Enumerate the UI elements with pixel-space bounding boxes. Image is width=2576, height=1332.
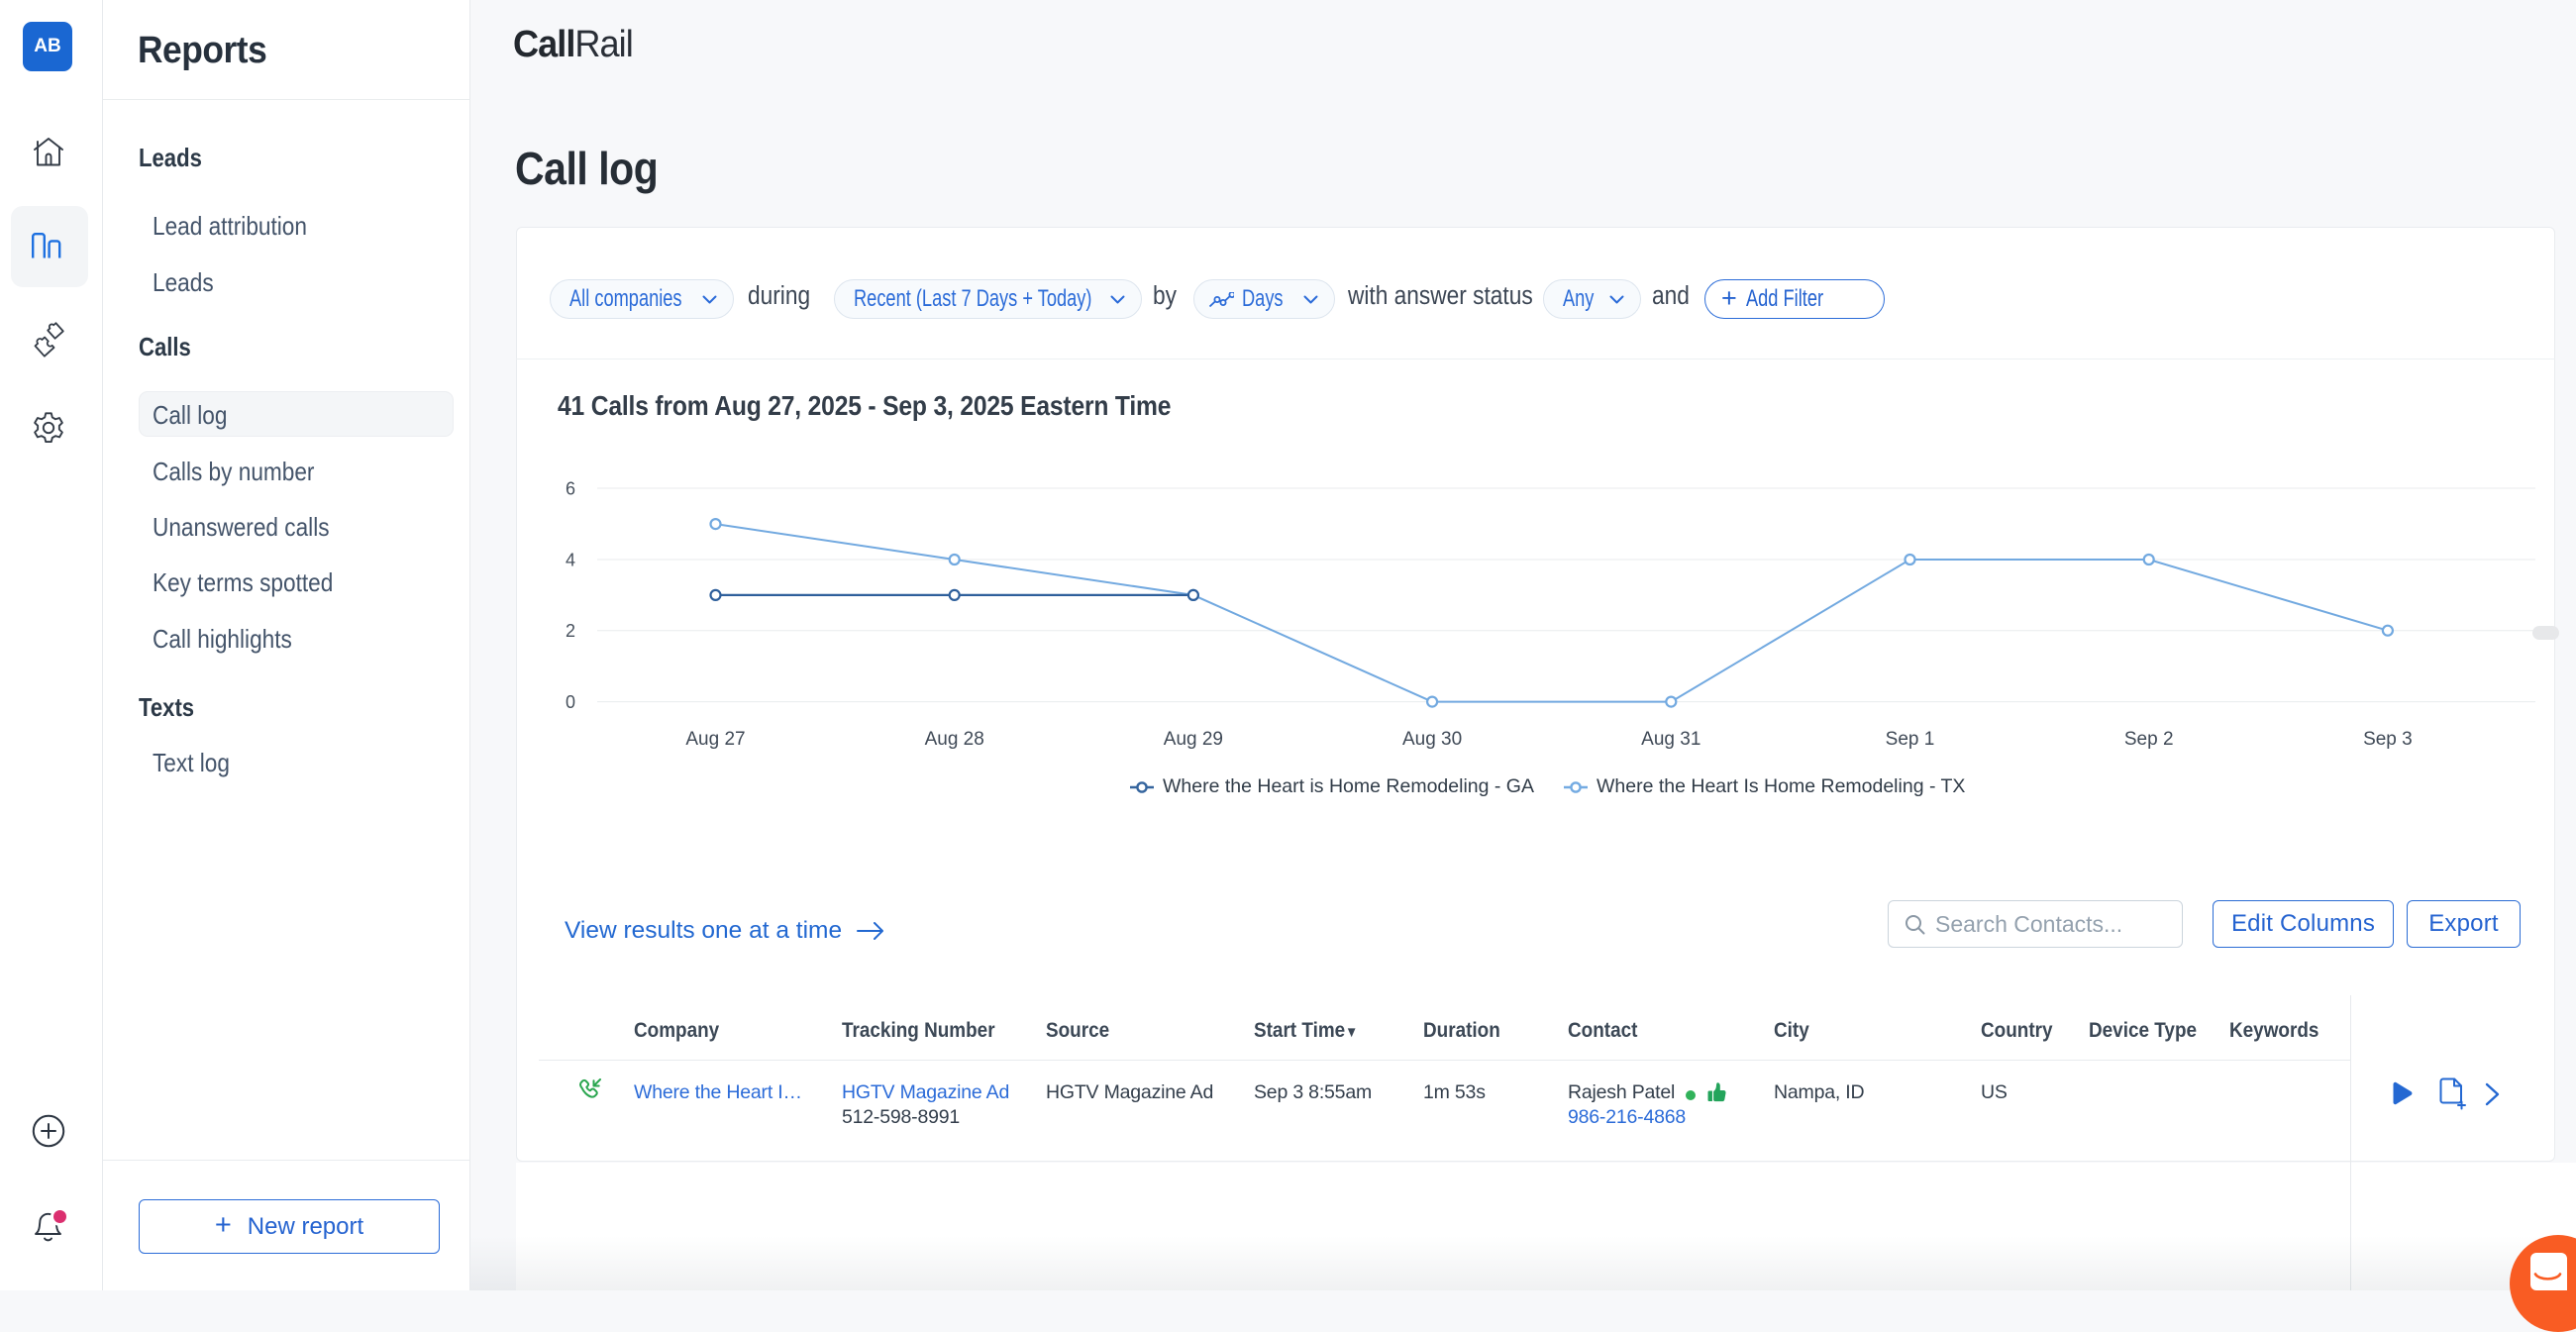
svg-text:Sep 1: Sep 1: [1886, 729, 1935, 750]
svg-text:6: 6: [566, 479, 575, 499]
svg-text:4: 4: [566, 551, 575, 570]
svg-text:Aug 30: Aug 30: [1402, 729, 1462, 750]
svg-text:Sep 2: Sep 2: [2124, 729, 2174, 750]
svg-text:Aug 29: Aug 29: [1164, 729, 1223, 750]
svg-text:2: 2: [566, 621, 575, 641]
svg-text:Aug 28: Aug 28: [925, 729, 984, 750]
svg-text:0: 0: [566, 692, 575, 712]
svg-text:Aug 27: Aug 27: [685, 729, 745, 750]
svg-text:Aug 31: Aug 31: [1641, 729, 1700, 750]
svg-text:Sep 3: Sep 3: [2363, 729, 2413, 750]
